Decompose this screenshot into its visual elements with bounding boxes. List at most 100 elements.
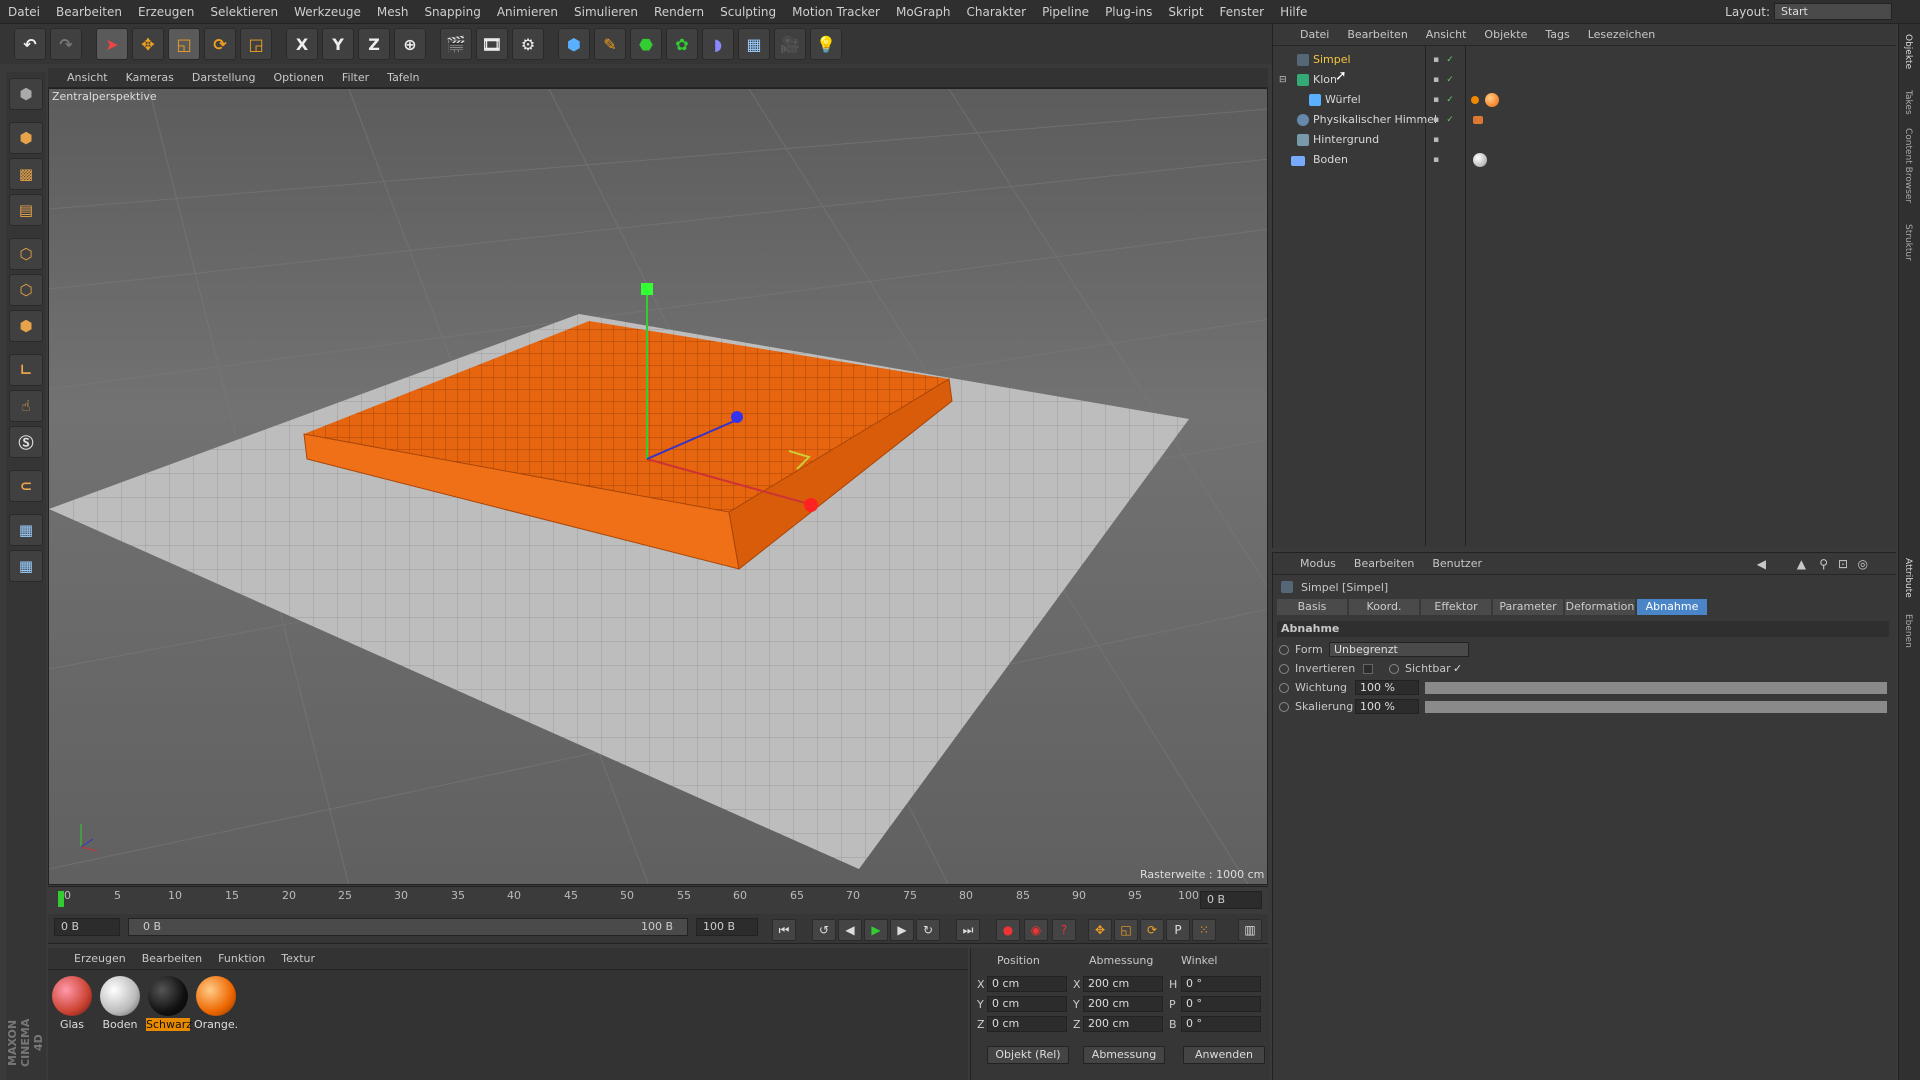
current-frame-field[interactable]: 0 B	[1200, 891, 1262, 909]
visible-checkbox[interactable]: ✓	[1453, 660, 1462, 678]
key-parameter-icon[interactable]: P	[1166, 919, 1190, 941]
material-glas[interactable]: Glas	[50, 976, 94, 1031]
undo-icon[interactable]: ↶	[14, 28, 46, 60]
workplane-lock-icon[interactable]: ▦	[9, 514, 43, 546]
object-row-boden[interactable]: Boden ▪	[1273, 150, 1897, 170]
z-axis-knob[interactable]	[731, 411, 743, 423]
start-frame-field[interactable]: 0 B	[54, 918, 120, 936]
attribute-menu-modus[interactable]: Modus	[1291, 557, 1345, 570]
material-orange[interactable]: Orange.	[194, 976, 238, 1031]
z-axis-lock-button[interactable]: Z	[358, 28, 390, 60]
record-keys-icon[interactable]: ●	[996, 919, 1020, 941]
tab-effektor[interactable]: Effektor	[1421, 599, 1491, 615]
object-menu-bearbeiten[interactable]: Bearbeiten	[1338, 28, 1416, 41]
x-axis-lock-button[interactable]: X	[286, 28, 318, 60]
phong-tag-icon[interactable]	[1471, 96, 1479, 104]
tab-deformation[interactable]: Deformation	[1565, 599, 1635, 615]
menu-motion-tracker[interactable]: Motion Tracker	[784, 5, 888, 19]
object-row-hintergrund[interactable]: Hintergrund ▪	[1273, 130, 1897, 150]
3d-viewport[interactable]	[48, 88, 1268, 885]
coordinate-mode-select[interactable]: Objekt (Rel)	[987, 1046, 1069, 1064]
material-menu-bearbeiten[interactable]: Bearbeiten	[134, 952, 210, 965]
expand-collapse-icon[interactable]: ⊟	[1279, 70, 1287, 90]
form-select[interactable]: Unbegrenzt	[1329, 642, 1469, 657]
vtab-objekte[interactable]: Objekte	[1903, 34, 1913, 69]
vtab-struktur[interactable]: Struktur	[1903, 224, 1913, 261]
visibility-toggle[interactable]: ▪	[1431, 155, 1441, 165]
keyframe-selection-icon[interactable]: ?	[1052, 919, 1076, 941]
size-z-field[interactable]: 200 cm	[1083, 1016, 1163, 1032]
back-arrow-icon[interactable]: ◀	[1757, 557, 1766, 571]
enabled-check[interactable]: ✓	[1445, 75, 1455, 85]
key-rotation-icon[interactable]: ⟳	[1140, 919, 1164, 941]
menu-datei[interactable]: Datei	[0, 5, 48, 19]
tab-basis[interactable]: Basis	[1277, 599, 1347, 615]
move-tool-icon[interactable]: ✥	[132, 28, 164, 60]
texture-mode-icon[interactable]: ▩	[9, 158, 43, 190]
vtab-takes[interactable]: Takes	[1903, 90, 1913, 115]
search-icon[interactable]: ⚲	[1819, 557, 1828, 571]
size-x-field[interactable]: 200 cm	[1083, 976, 1163, 992]
timeline-window-icon[interactable]: ▥	[1238, 919, 1262, 941]
object-row-wuerfel[interactable]: Würfel ▪ ✓	[1273, 90, 1897, 110]
menu-sculpting[interactable]: Sculpting	[712, 5, 784, 19]
enabled-check[interactable]: ✓	[1445, 95, 1455, 105]
axis-mode-icon[interactable]: ∟	[9, 354, 43, 386]
viewport-menu-filter[interactable]: Filter	[333, 71, 378, 84]
tweak-mode-icon[interactable]: ☝	[9, 390, 43, 422]
menu-rendern[interactable]: Rendern	[646, 5, 712, 19]
polygons-mode-icon[interactable]: ⬢	[9, 310, 43, 342]
object-row-simpel[interactable]: Simpel ▪ ✓	[1273, 50, 1897, 70]
workplane-icon[interactable]: ▤	[9, 194, 43, 226]
auto-keying-icon[interactable]: ◉	[1024, 919, 1048, 941]
coordinate-system-icon[interactable]: ⊕	[394, 28, 426, 60]
loop-icon[interactable]: ↻	[916, 919, 940, 941]
weight-field[interactable]: 100 %	[1355, 680, 1419, 695]
object-menu-lesezeichen[interactable]: Lesezeichen	[1579, 28, 1665, 41]
menu-bearbeiten[interactable]: Bearbeiten	[48, 5, 130, 19]
viewport-menu-optionen[interactable]: Optionen	[264, 71, 332, 84]
menu-mograph[interactable]: MoGraph	[888, 5, 959, 19]
go-to-start-icon[interactable]: ⏮	[772, 919, 796, 941]
vtab-content-browser[interactable]: Content Browser	[1903, 128, 1913, 203]
key-scale-icon[interactable]: ◱	[1114, 919, 1138, 941]
material-tag-icon[interactable]	[1485, 93, 1499, 107]
previous-frame-icon[interactable]: ◀	[838, 919, 862, 941]
redo-icon[interactable]: ↷	[50, 28, 82, 60]
scale-slider[interactable]	[1425, 701, 1887, 713]
material-menu-erzeugen[interactable]: Erzeugen	[66, 952, 134, 965]
menu-pipeline[interactable]: Pipeline	[1034, 5, 1097, 19]
mograph-cloner-icon[interactable]: ✿	[666, 28, 698, 60]
rotation-b-field[interactable]: 0 °	[1181, 1016, 1261, 1032]
points-mode-icon[interactable]: ⬡	[9, 238, 43, 270]
snapping-icon[interactable]: Ⓢ	[9, 426, 43, 458]
select-tool-icon[interactable]: ➤	[96, 28, 128, 60]
menu-skript[interactable]: Skript	[1160, 5, 1211, 19]
menu-hilfe[interactable]: Hilfe	[1272, 5, 1315, 19]
edges-mode-icon[interactable]: ⬡	[9, 274, 43, 306]
viewport-menu-tafeln[interactable]: Tafeln	[378, 71, 428, 84]
tab-koord[interactable]: Koord.	[1349, 599, 1419, 615]
transform-tool-icon[interactable]: ◲	[240, 28, 272, 60]
scale-field[interactable]: 100 %	[1355, 699, 1419, 714]
timeline[interactable]: 0 5 10 15 20 25 30 35 40 45 50 55 60 65 …	[48, 886, 1268, 914]
menu-selektieren[interactable]: Selektieren	[202, 5, 286, 19]
light-icon[interactable]: 💡	[810, 28, 842, 60]
sky-tag-icon[interactable]	[1473, 116, 1483, 124]
viewport-menu-ansicht[interactable]: Ansicht	[58, 71, 117, 84]
cube-primitive-icon[interactable]: ⬢	[558, 28, 590, 60]
viewport-menu-kameras[interactable]: Kameras	[117, 71, 183, 84]
material-boden[interactable]: Boden	[98, 976, 142, 1031]
subdivision-surface-icon[interactable]: ⬣	[630, 28, 662, 60]
material-schwarz[interactable]: Schwarz	[146, 976, 192, 1031]
object-menu-ansicht[interactable]: Ansicht	[1417, 28, 1476, 41]
model-mode-icon[interactable]: ⬢	[9, 122, 43, 154]
attribute-menu-benutzer[interactable]: Benutzer	[1423, 557, 1491, 570]
size-mode-select[interactable]: Abmessung	[1083, 1046, 1165, 1064]
animate-radio[interactable]	[1389, 664, 1399, 674]
locked-workplane-icon[interactable]: ▦	[9, 550, 43, 582]
animate-radio[interactable]	[1279, 645, 1289, 655]
layout-select[interactable]: Start	[1774, 3, 1892, 20]
object-menu-objekte[interactable]: Objekte	[1475, 28, 1536, 41]
position-z-field[interactable]: 0 cm	[987, 1016, 1067, 1032]
